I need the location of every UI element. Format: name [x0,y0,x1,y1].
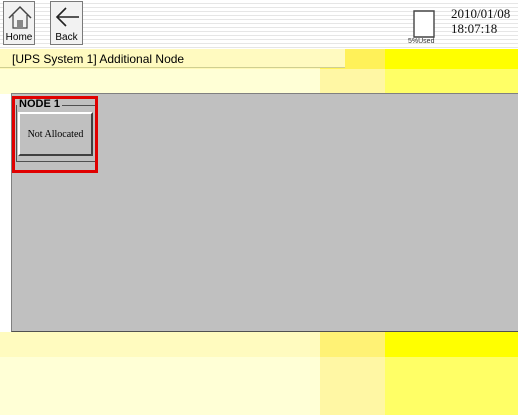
date-display: 2010/01/08 [451,6,511,21]
selection-highlight [12,96,98,173]
time-display: 18:07:18 [451,21,498,36]
home-button[interactable]: Home [3,1,35,45]
sd-card-icon [413,10,435,38]
back-label: Back [55,32,78,43]
page-title: [UPS System 1] Additional Node [12,52,185,66]
footer-band [0,332,518,357]
storage-used-label: 5%Used [408,38,435,45]
header-strip [0,69,518,94]
back-arrow-icon [55,7,79,27]
back-button[interactable]: Back [50,1,83,45]
home-label: Home [5,32,33,43]
home-icon [8,5,32,29]
title-bar-right [385,49,518,69]
